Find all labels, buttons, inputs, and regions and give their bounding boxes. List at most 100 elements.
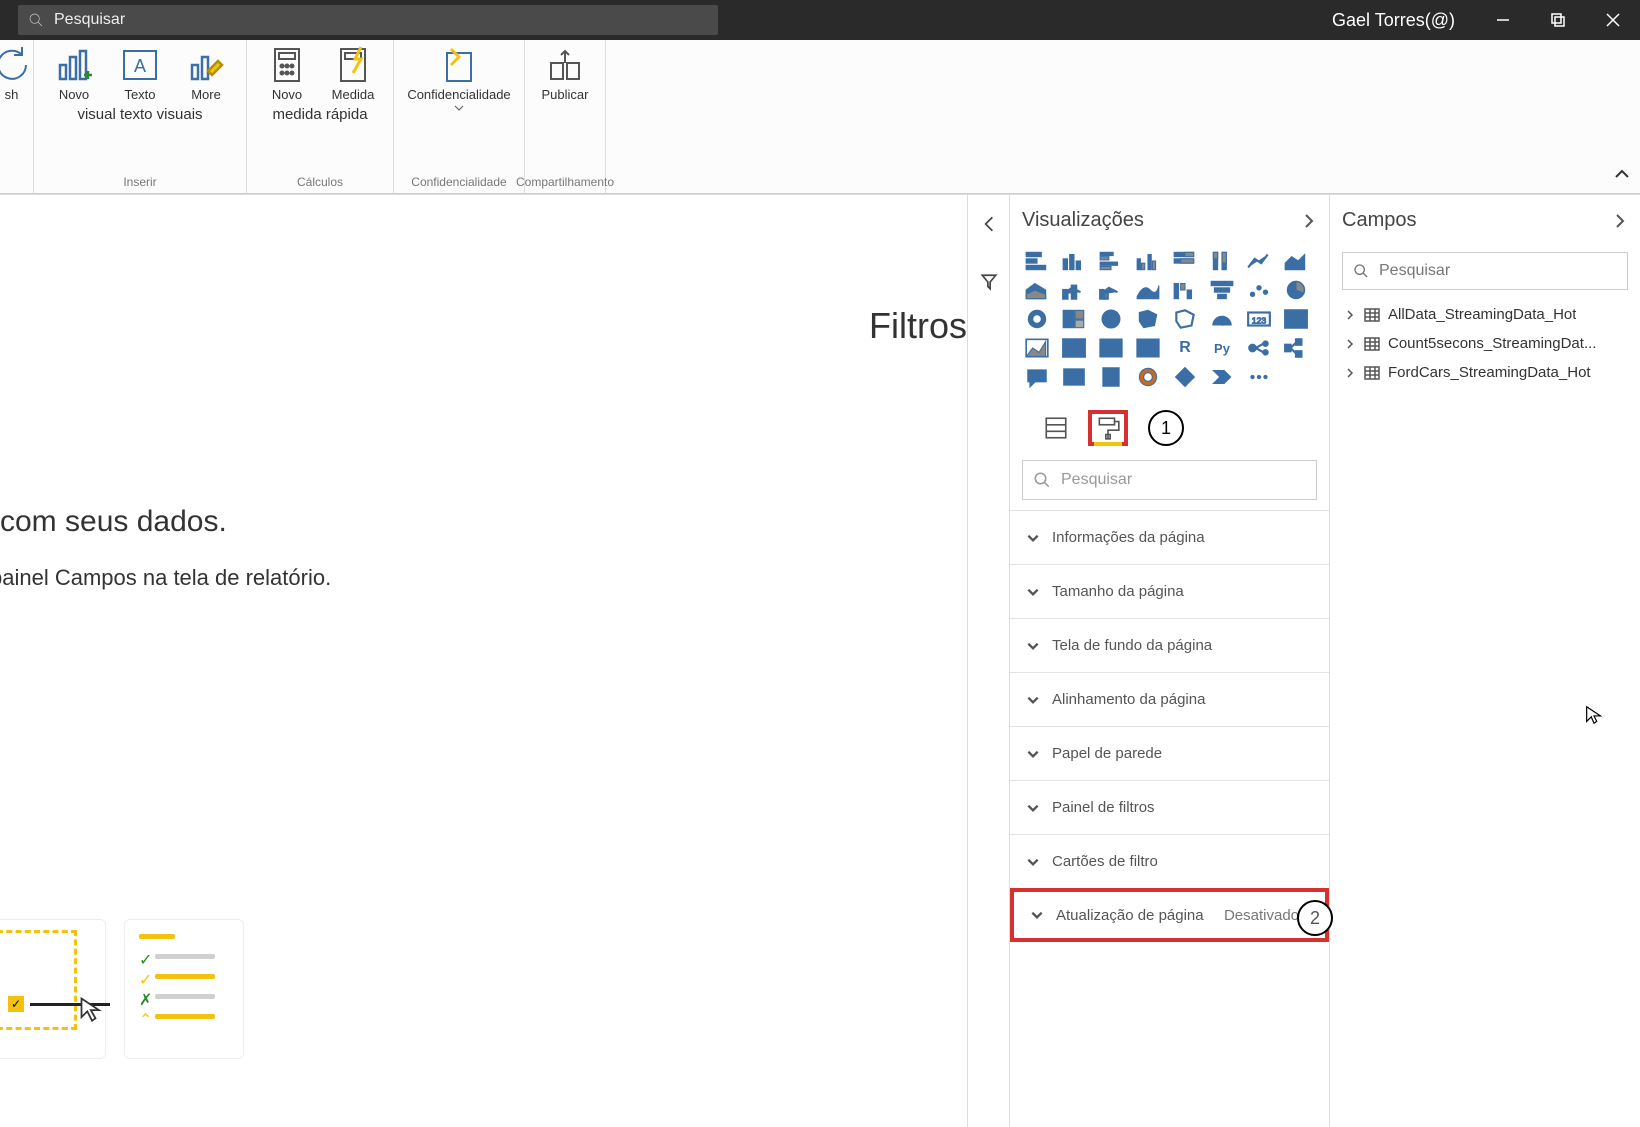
format-page-background[interactable]: Tela de fundo da página [1010,618,1329,672]
viz-key-influencers[interactable] [1244,335,1274,361]
format-filter-pane[interactable]: Painel de filtros [1010,780,1329,834]
titlebar: Pesquisar Gael Torres(@) [0,0,1640,40]
table-item[interactable]: FordCars_StreamingData_Hot [1330,358,1640,387]
viz-pie[interactable] [1281,277,1311,303]
viz-r[interactable]: R [1170,335,1200,361]
global-search-placeholder: Pesquisar [54,11,125,29]
viz-donut[interactable] [1022,306,1052,332]
more-visuals-button[interactable]: More [176,44,236,102]
viz-clustered-column[interactable] [1133,248,1163,274]
format-page-alignment[interactable]: Alinhamento da página [1010,672,1329,726]
chart-plus-icon [53,44,95,86]
filter-icon[interactable] [980,273,998,291]
viz-ribbon[interactable] [1133,277,1163,303]
novo-visual-button[interactable]: Novo [44,44,104,102]
viz-stacked-area[interactable] [1022,277,1052,303]
page-refresh-status: Desativado [1224,907,1299,924]
viz-shape-map[interactable] [1170,306,1200,332]
viz-decomposition-tree[interactable] [1281,335,1311,361]
viz-map[interactable] [1096,306,1126,332]
viz-line-clustered-column[interactable] [1096,277,1126,303]
canvas-illustration-2: ✓ ✓ ✗ ⌃ [124,919,244,1059]
main-area: com seus dados. painel Campos na tela de… [0,194,1640,1127]
canvas-subtext: painel Campos na tela de relatório. [0,565,967,591]
user-label[interactable]: Gael Torres(@) [1332,10,1455,31]
canvas-heading: com seus dados. [0,505,967,539]
texto-button[interactable]: A Texto [110,44,170,102]
viz-line-stacked-column[interactable] [1059,277,1089,303]
viz-more[interactable] [1244,364,1274,390]
refresh-button[interactable]: sh [0,44,27,102]
filters-collapsed-rail [968,195,1010,1127]
viz-card[interactable]: 123 [1244,306,1274,332]
chevron-right-icon [1344,338,1356,350]
ribbon-group-conf: Confidencialidade [411,175,506,189]
viz-100-stacked-bar[interactable] [1170,248,1200,274]
viz-kpi[interactable] [1022,335,1052,361]
minimize-button[interactable] [1475,0,1530,40]
viz-power-automate[interactable] [1207,364,1237,390]
viz-line[interactable] [1244,248,1274,274]
table-item[interactable]: Count5secons_StreamingDat... [1330,329,1640,358]
viz-slicer[interactable] [1059,335,1089,361]
paint-roller-icon [1095,415,1121,441]
viz-100-stacked-column[interactable] [1207,248,1237,274]
fields-search[interactable]: Pesquisar [1342,252,1628,290]
cursor-illustration [78,995,106,1028]
search-icon [1033,471,1051,489]
ribbon-collapse-button[interactable] [1614,166,1630,187]
viz-waterfall[interactable] [1170,277,1200,303]
nova-medida-button[interactable]: Novo [257,44,317,102]
viz-gauge[interactable] [1207,306,1237,332]
format-page-info[interactable]: Informações da página [1010,510,1329,564]
publicar-button[interactable]: Publicar [535,44,595,102]
chevron-down-icon [1026,531,1040,545]
fields-tab[interactable] [1036,410,1076,446]
table-item[interactable]: AllData_StreamingData_Hot [1330,300,1640,329]
global-search[interactable]: Pesquisar [18,5,718,35]
viz-paginated[interactable] [1096,364,1126,390]
table-icon [1364,337,1380,351]
chevron-down-icon [1026,801,1040,815]
cursor-icon [1583,704,1605,731]
viz-arcgis[interactable] [1133,364,1163,390]
canvas-illustration-1 [0,919,106,1059]
medida-rapida-button[interactable]: Medida [323,44,383,102]
viz-treemap[interactable] [1059,306,1089,332]
viz-stacked-column[interactable] [1059,248,1089,274]
fields-search-placeholder: Pesquisar [1379,262,1450,280]
viz-funnel[interactable] [1207,277,1237,303]
viz-table[interactable] [1096,335,1126,361]
fields-panel-title: Campos [1342,209,1416,232]
report-canvas[interactable]: com seus dados. painel Campos na tela de… [0,195,968,1127]
chevron-up-icon [1614,166,1630,182]
viz-multi-row-card[interactable] [1281,306,1311,332]
confidencialidade-button[interactable]: Confidencialidade [404,44,514,114]
visualizations-panel: Visualizações 123 [1010,195,1330,1127]
chevron-right-icon[interactable] [1612,213,1628,229]
viz-smart-narrative[interactable] [1059,364,1089,390]
format-search[interactable]: Pesquisar [1022,460,1317,500]
close-button[interactable] [1585,0,1640,40]
chevron-right-icon[interactable] [1301,213,1317,229]
ribbon-group-comp: Compartilhamento [516,175,614,189]
viz-python[interactable]: Py [1207,335,1237,361]
viz-stacked-bar[interactable] [1022,248,1052,274]
format-page-refresh[interactable]: Atualização de página Desativado 2 [1010,888,1329,942]
format-page-size[interactable]: Tamanho da página [1010,564,1329,618]
table-icon [1364,308,1380,322]
viz-matrix[interactable] [1133,335,1163,361]
filters-label: Filtros [869,305,967,347]
viz-power-apps[interactable] [1170,364,1200,390]
maximize-button[interactable] [1530,0,1585,40]
viz-qna[interactable] [1022,364,1052,390]
format-tab[interactable] [1088,410,1128,446]
chevron-left-icon[interactable] [980,215,998,233]
viz-scatter[interactable] [1244,277,1274,303]
ribbon-group-inserir: Inserir [123,175,156,189]
viz-clustered-bar[interactable] [1096,248,1126,274]
viz-filled-map[interactable] [1133,306,1163,332]
format-filter-cards[interactable]: Cartões de filtro [1010,834,1329,888]
viz-area[interactable] [1281,248,1311,274]
format-wallpaper[interactable]: Papel de parede [1010,726,1329,780]
